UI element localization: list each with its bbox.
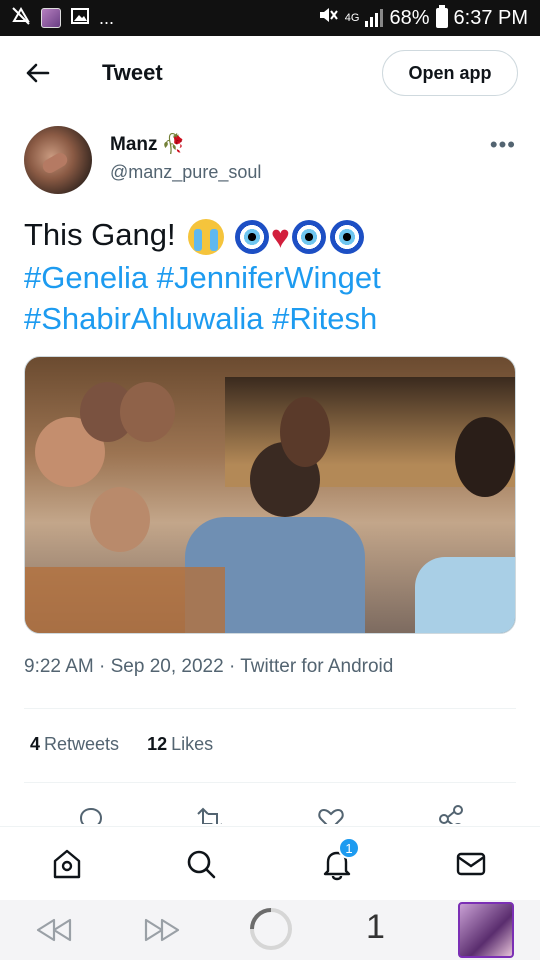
loading-spinner-icon[interactable] <box>248 906 294 952</box>
tweet-time: 9:22 AM <box>24 656 94 677</box>
bottom-tab-bar: 1 <box>0 826 540 900</box>
retweet-icon[interactable] <box>194 804 226 824</box>
tweet-date[interactable]: Sep 20, 2022 <box>111 656 224 677</box>
browser-toolbar: 1 <box>0 900 540 960</box>
hashtag-link[interactable]: #Genelia <box>24 260 148 295</box>
tab-count[interactable]: 1 <box>366 908 385 947</box>
tweet-meta: 9:22 AM · Sep 20, 2022 · Twitter for And… <box>24 656 393 678</box>
photo-person <box>90 487 150 552</box>
avatar[interactable] <box>24 126 92 194</box>
back-arrow-icon[interactable] <box>22 58 52 88</box>
author-handle[interactable]: @manz_pure_soul <box>110 162 261 183</box>
red-heart-emoji: ♥ <box>270 218 290 255</box>
like-icon[interactable] <box>316 804 346 824</box>
photo-table <box>25 567 225 633</box>
home-icon[interactable] <box>50 847 84 881</box>
muted-notification-icon <box>10 5 32 32</box>
open-app-button[interactable]: Open app <box>382 50 518 96</box>
tweet-body: This Gang! <box>24 217 176 252</box>
photo-person <box>280 397 330 467</box>
app-thumbnail-icon <box>41 8 61 28</box>
clock: 6:37 PM <box>453 6 528 29</box>
retweets-count: 4 <box>30 734 41 754</box>
meta-separator: · <box>228 656 236 677</box>
divider <box>24 782 516 783</box>
rewind-back-icon[interactable] <box>34 914 74 946</box>
photo-dress <box>415 557 515 633</box>
likes-stat[interactable]: 12 Likes <box>147 734 213 755</box>
tweet-source[interactable]: Twitter for Android <box>240 656 393 677</box>
author-name[interactable]: Manz 🥀 <box>110 132 185 156</box>
status-bar: ... 4G 68% 6:37 PM <box>0 0 540 36</box>
more-notifications-text: ... <box>99 7 115 28</box>
tweet-text: This Gang! ♥ #Genelia #JenniferWinget #S… <box>24 214 518 339</box>
mute-icon <box>317 5 339 31</box>
nazar-amulet-emoji <box>234 219 269 254</box>
retweets-label: Retweets <box>44 734 120 754</box>
tweet-author: Manz 🥀 @manz_pure_soul ••• <box>24 126 518 196</box>
forward-icon[interactable] <box>142 914 182 946</box>
hashtag-link[interactable]: #Ritesh <box>272 301 377 336</box>
tweet-stats: 4 Retweets 12 Likes <box>30 734 213 755</box>
hashtag-link[interactable]: #JenniferWinget <box>157 260 381 295</box>
signal-icon <box>365 9 384 27</box>
profile-thumbnail[interactable] <box>458 902 514 958</box>
messages-envelope-icon[interactable] <box>454 847 488 881</box>
network-type: 4G <box>344 11 360 24</box>
more-options-icon[interactable]: ••• <box>490 132 516 158</box>
photo-person <box>455 417 515 497</box>
page-title: Tweet <box>102 60 163 85</box>
hashtag-link[interactable]: #ShabirAhluwalia <box>24 301 264 336</box>
reply-icon[interactable] <box>76 804 106 824</box>
battery-percent: 68% <box>389 6 430 29</box>
battery-icon <box>435 5 448 28</box>
meta-separator: · <box>99 656 106 677</box>
retweets-stat[interactable]: 4 Retweets <box>30 734 119 755</box>
photo-person <box>120 382 175 442</box>
author-name-text: Manz <box>110 134 158 155</box>
search-icon[interactable] <box>184 847 218 881</box>
likes-label: Likes <box>171 734 214 754</box>
rose-emoji: 🥀 <box>161 134 186 155</box>
likes-count: 12 <box>147 734 168 754</box>
image-icon <box>70 6 90 31</box>
tweet-header: Tweet Open app <box>0 36 540 112</box>
tweet-photo[interactable] <box>24 356 516 634</box>
nazar-amulet-emoji <box>291 219 326 254</box>
crying-face-emoji <box>188 218 225 255</box>
share-icon[interactable] <box>436 804 466 824</box>
nazar-amulet-emoji <box>329 219 364 254</box>
tweet-actions <box>0 800 540 824</box>
divider <box>24 708 516 709</box>
notifications-badge: 1 <box>338 837 360 859</box>
